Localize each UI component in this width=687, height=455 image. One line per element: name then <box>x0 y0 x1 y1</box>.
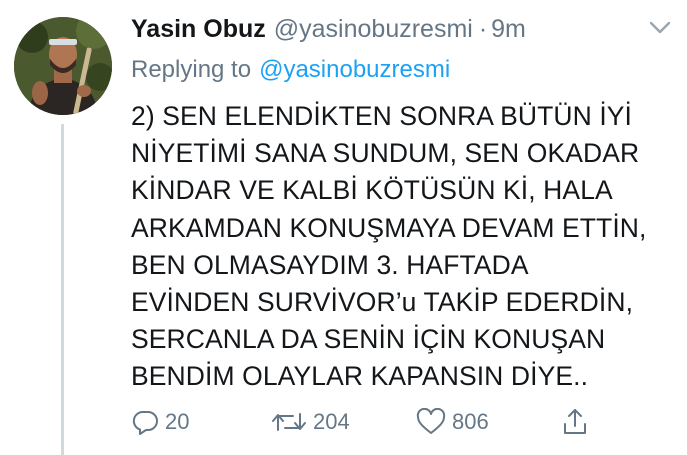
retweet-icon <box>272 413 306 431</box>
retweet-count: 204 <box>313 409 350 434</box>
profile-photo <box>14 17 112 115</box>
reply-count: 20 <box>165 409 190 434</box>
tweet-text-line: EVİNDEN SURVİVOR’u TAKİP EDERDİN, <box>131 287 634 318</box>
timestamp[interactable]: 9m <box>491 15 526 44</box>
avatar[interactable] <box>14 17 112 115</box>
replying-to: Replying to @yasinobuzresmi <box>131 54 450 86</box>
tweet-text-line: BENDİM OLAYLAR KAPANSIN DİYE.. <box>131 361 589 392</box>
share-icon <box>564 409 586 434</box>
tweet[interactable]: Yasin Obuz @yasinobuzresmi · 9m Replying… <box>0 0 687 455</box>
separator-dot: · <box>478 14 488 43</box>
tweet-text: 2) SEN ELENDİKTEN SONRA BÜTÜN İYİ NİYETİ… <box>131 98 681 396</box>
display-name[interactable]: Yasin Obuz <box>131 15 266 44</box>
user-handle[interactable]: @yasinobuzresmi <box>274 15 473 44</box>
tweet-text-line: BEN OLMASAYDIM 3. HAFTADA <box>131 249 529 280</box>
retweet-button[interactable]: 204 <box>271 404 350 440</box>
reply-button[interactable]: 20 <box>131 404 189 440</box>
tweet-text-line: 2) SEN ELENDİKTEN SONRA BÜTÜN İYİ <box>131 101 633 131</box>
tweet-text-line: KİNDAR VE KALBİ KÖTÜSÜN Kİ, HALA <box>131 175 613 206</box>
tweet-text-line: SERCANLA DA SENİN İÇİN KONUŞAN <box>131 324 606 355</box>
replying-to-handle[interactable]: @yasinobuzresmi <box>259 56 450 84</box>
tweet-text-line: ARKAMDAN KONUŞMAYA DEVAM ETTİN, <box>131 212 647 243</box>
thread-line <box>61 124 64 455</box>
reply-icon <box>132 411 158 435</box>
like-button[interactable]: 806 <box>416 404 489 440</box>
tweet-header: Yasin Obuz @yasinobuzresmi · 9m <box>131 11 526 47</box>
like-count: 806 <box>452 409 489 434</box>
chevron-down-icon[interactable] <box>649 19 671 37</box>
replying-to-label: Replying to <box>131 56 252 83</box>
tweet-actions: 20 204 806 <box>131 404 591 440</box>
heart-icon <box>416 408 446 434</box>
tweet-text-line: NİYETİMİ SANA SUNDUM, SEN OKADAR <box>131 138 640 169</box>
share-button[interactable] <box>561 404 589 440</box>
